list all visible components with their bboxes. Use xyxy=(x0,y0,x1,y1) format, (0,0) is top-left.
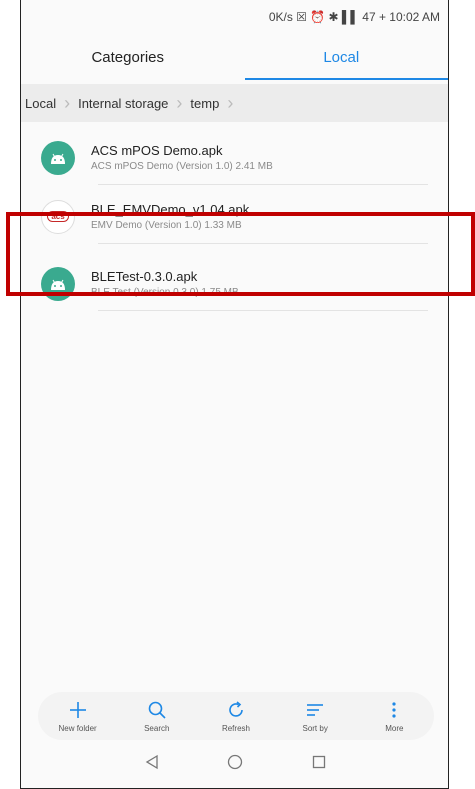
search-icon xyxy=(147,699,167,721)
sort-by-label: Sort by xyxy=(302,724,328,733)
file-name: BLE_EMVDemo_v1.04.apk xyxy=(91,202,250,217)
file-name: ACS mPOS Demo.apk xyxy=(91,143,223,158)
tab-bar: Categories Local xyxy=(21,34,448,80)
status-bar-text: 0K/s ☒ ⏰ ✱ ▌▌ 47 + 10:02 AM xyxy=(268,10,440,24)
chevron-right-icon: › xyxy=(64,93,71,113)
acs-logo-icon: acs xyxy=(41,199,75,234)
android-icon xyxy=(41,140,75,175)
more-button[interactable]: More xyxy=(359,699,429,733)
android-icon xyxy=(41,266,75,301)
chevron-right-icon: › xyxy=(227,93,234,113)
search-label: Search xyxy=(144,724,170,733)
breadcrumb-temp[interactable]: temp xyxy=(190,96,219,111)
home-icon[interactable] xyxy=(227,754,243,775)
refresh-label: Refresh xyxy=(221,724,250,733)
divider xyxy=(98,310,428,311)
navigation-bar xyxy=(21,740,448,788)
more-label: More xyxy=(385,724,404,733)
list-item[interactable]: BLETest-0.3.0.apk BLE Test (Version 0.3.… xyxy=(21,256,448,311)
file-name: BLETest-0.3.0.apk xyxy=(91,269,198,284)
sort-icon xyxy=(305,699,325,721)
more-icon xyxy=(384,699,404,721)
breadcrumb-internal-storage[interactable]: Internal storage xyxy=(78,96,168,111)
sort-by-button[interactable]: Sort by xyxy=(280,699,350,733)
plus-icon xyxy=(68,699,88,721)
breadcrumb: Local › Internal storage › temp › xyxy=(21,84,448,122)
tab-categories[interactable]: Categories xyxy=(21,34,235,80)
divider xyxy=(98,243,428,244)
refresh-button[interactable]: Refresh xyxy=(201,699,271,733)
new-folder-button[interactable]: New folder xyxy=(43,699,113,733)
file-description: EMV Demo (Version 1.0) 1.33 MB xyxy=(91,220,242,231)
list-item[interactable]: acs BLE_EMVDemo_v1.04.apk EMV Demo (Vers… xyxy=(21,189,448,244)
new-folder-label: New folder xyxy=(58,724,97,733)
file-list: ACS mPOS Demo.apk ACS mPOS Demo (Version… xyxy=(21,130,448,311)
breadcrumb-local[interactable]: Local xyxy=(25,96,56,111)
bottom-toolbar: New folder Search Refresh Sort by More xyxy=(38,692,434,740)
status-bar: 0K/s ☒ ⏰ ✱ ▌▌ 47 + 10:02 AM xyxy=(21,0,448,34)
recents-icon[interactable] xyxy=(312,755,326,774)
chevron-right-icon: › xyxy=(176,93,183,113)
search-button[interactable]: Search xyxy=(122,699,192,733)
file-description: ACS mPOS Demo (Version 1.0) 2.41 MB xyxy=(91,161,273,172)
phone-frame: 0K/s ☒ ⏰ ✱ ▌▌ 47 + 10:02 AM Categories L… xyxy=(20,0,449,789)
refresh-icon xyxy=(226,699,246,721)
acs-badge: acs xyxy=(47,211,69,222)
file-description: BLE Test (Version 0.3.0) 1.75 MB xyxy=(91,287,239,298)
divider xyxy=(98,184,428,185)
tab-local[interactable]: Local xyxy=(235,34,449,80)
list-item[interactable]: ACS mPOS Demo.apk ACS mPOS Demo (Version… xyxy=(21,130,448,185)
back-icon[interactable] xyxy=(145,754,159,775)
